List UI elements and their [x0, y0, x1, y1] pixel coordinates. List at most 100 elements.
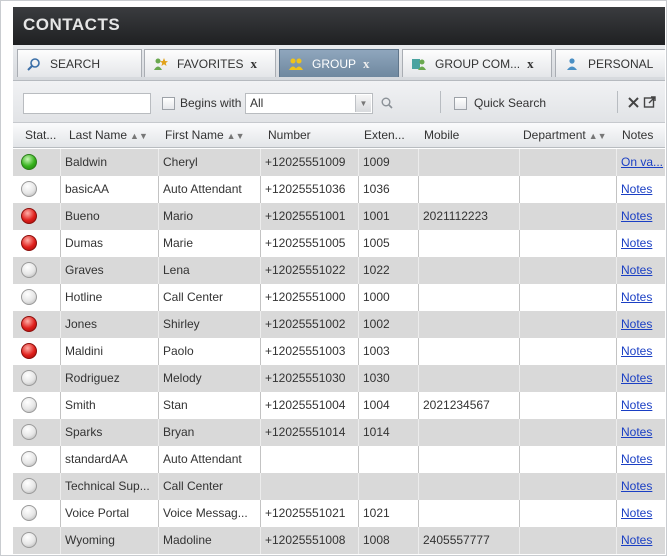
cell-notes: Notes: [616, 446, 665, 473]
toolbar-divider: [617, 91, 618, 113]
column-header-extension[interactable]: Exten...: [364, 128, 405, 142]
cell-notes: Notes: [616, 176, 665, 203]
cell-last-name: Bueno: [60, 203, 158, 230]
notes-link[interactable]: Notes: [621, 290, 652, 304]
tab-favorites[interactable]: FAVORITES x: [144, 49, 276, 77]
notes-link[interactable]: On va...: [621, 155, 663, 169]
notes-link[interactable]: Notes: [621, 398, 652, 412]
tab-group-common[interactable]: GROUP COM... x: [402, 49, 552, 77]
column-header-notes[interactable]: Notes: [622, 128, 653, 142]
column-header-mobile[interactable]: Mobile: [424, 128, 459, 142]
notes-link[interactable]: Notes: [621, 344, 652, 358]
cell-department: [519, 230, 616, 257]
table-row[interactable]: Technical Sup... Call Center Notes: [13, 473, 665, 500]
cell-first-name: Call Center: [158, 473, 260, 500]
table-row[interactable]: Hotline Call Center +12025551000 1000 Notes: [13, 284, 665, 311]
table-row[interactable]: Baldwin Cheryl +12025551009 1009 On va...: [13, 149, 665, 176]
presence-status-icon: [21, 208, 37, 224]
close-icon[interactable]: x: [527, 56, 534, 72]
notes-link[interactable]: Notes: [621, 182, 652, 196]
cell-mobile: [418, 257, 519, 284]
table-row[interactable]: Rodriguez Melody +12025551030 1030 Notes: [13, 365, 665, 392]
column-header-first-name[interactable]: First Name ▲▼: [165, 128, 245, 142]
begins-with-value: All: [250, 96, 264, 110]
table-row[interactable]: Wyoming Madoline +12025551008 1008 240555777…: [13, 527, 665, 554]
cell-mobile: [418, 473, 519, 500]
sort-icon: ▲▼: [588, 131, 607, 141]
column-header-last-name[interactable]: Last Name ▲▼: [69, 128, 148, 142]
cell-extension: 1002: [358, 311, 418, 338]
notes-link[interactable]: Notes: [621, 533, 652, 547]
presence-status-icon: [21, 451, 37, 467]
tab-personal[interactable]: PERSONAL: [555, 49, 665, 77]
cell-number: +12025551009: [260, 149, 358, 176]
quick-search-label: Quick Search: [474, 96, 547, 110]
column-header-number[interactable]: Number: [268, 128, 311, 142]
cell-department: [519, 500, 616, 527]
notes-link[interactable]: Notes: [621, 479, 652, 493]
close-icon[interactable]: x: [250, 56, 257, 72]
cell-notes: Notes: [616, 311, 665, 338]
table-row[interactable]: Smith Stan +12025551004 1004 2021234567 Notes: [13, 392, 665, 419]
chevron-down-icon[interactable]: ▼: [355, 95, 371, 112]
export-icon[interactable]: [643, 95, 657, 109]
cell-mobile: [418, 365, 519, 392]
cell-extension: 1022: [358, 257, 418, 284]
cell-last-name: Dumas: [60, 230, 158, 257]
column-header-department[interactable]: Department ▲▼: [523, 128, 607, 142]
notes-link[interactable]: Notes: [621, 209, 652, 223]
tab-search[interactable]: SEARCH: [17, 49, 142, 77]
cell-department: [519, 419, 616, 446]
cell-first-name: Madoline: [158, 527, 260, 554]
cell-department: [519, 203, 616, 230]
presence-status-icon: [21, 181, 37, 197]
cell-number: +12025551004: [260, 392, 358, 419]
cell-last-name: Rodriguez: [60, 365, 158, 392]
cell-last-name: Maldini: [60, 338, 158, 365]
presence-status-icon: [21, 478, 37, 494]
table-row[interactable]: Maldini Paolo +12025551003 1003 Notes: [13, 338, 665, 365]
cell-extension: 1004: [358, 392, 418, 419]
cell-extension: 1021: [358, 500, 418, 527]
tab-group[interactable]: GROUP x: [279, 49, 399, 77]
cell-extension: 1003: [358, 338, 418, 365]
cell-number: [260, 473, 358, 500]
cell-first-name: Mario: [158, 203, 260, 230]
column-header-status[interactable]: Stat...: [25, 128, 56, 142]
toolbar-divider: [440, 91, 441, 113]
notes-link[interactable]: Notes: [621, 317, 652, 331]
quick-search-checkbox[interactable]: [454, 97, 467, 110]
table-row[interactable]: Graves Lena +12025551022 1022 Notes: [13, 257, 665, 284]
clear-icon[interactable]: [627, 96, 640, 109]
table-row[interactable]: Bueno Mario +12025551001 1001 2021112223 Note…: [13, 203, 665, 230]
table-row[interactable]: basicAA Auto Attendant +12025551036 1036 Not…: [13, 176, 665, 203]
filter-input[interactable]: [23, 93, 151, 114]
begins-with-select[interactable]: All ▼: [245, 93, 373, 114]
table-row[interactable]: standardAA Auto Attendant Notes: [13, 446, 665, 473]
notes-link[interactable]: Notes: [621, 371, 652, 385]
notes-link[interactable]: Notes: [621, 263, 652, 277]
close-icon[interactable]: x: [363, 56, 370, 72]
group-common-icon: [412, 58, 426, 70]
cell-first-name: Shirley: [158, 311, 260, 338]
table-header: Stat... Last Name ▲▼ First Name ▲▼ Number …: [13, 123, 665, 148]
cell-number: +12025551014: [260, 419, 358, 446]
notes-link[interactable]: Notes: [621, 425, 652, 439]
cell-last-name: standardAA: [60, 446, 158, 473]
table-row[interactable]: Dumas Marie +12025551005 1005 Notes: [13, 230, 665, 257]
cell-department: [519, 149, 616, 176]
notes-link[interactable]: Notes: [621, 236, 652, 250]
table-row[interactable]: Sparks Bryan +12025551014 1014 Notes: [13, 419, 665, 446]
table-row[interactable]: Voice Portal Voice Messag... +12025551021 1…: [13, 500, 665, 527]
table-row[interactable]: Jones Shirley +12025551002 1002 Notes: [13, 311, 665, 338]
search-icon[interactable]: [380, 96, 394, 110]
cell-number: +12025551036: [260, 176, 358, 203]
cell-last-name: Jones: [60, 311, 158, 338]
sort-icon: ▲▼: [226, 131, 245, 141]
notes-link[interactable]: Notes: [621, 506, 652, 520]
cell-number: +12025551005: [260, 230, 358, 257]
notes-link[interactable]: Notes: [621, 452, 652, 466]
begins-with-checkbox[interactable]: [162, 97, 175, 110]
cell-first-name: Call Center: [158, 284, 260, 311]
cell-notes: Notes: [616, 473, 665, 500]
